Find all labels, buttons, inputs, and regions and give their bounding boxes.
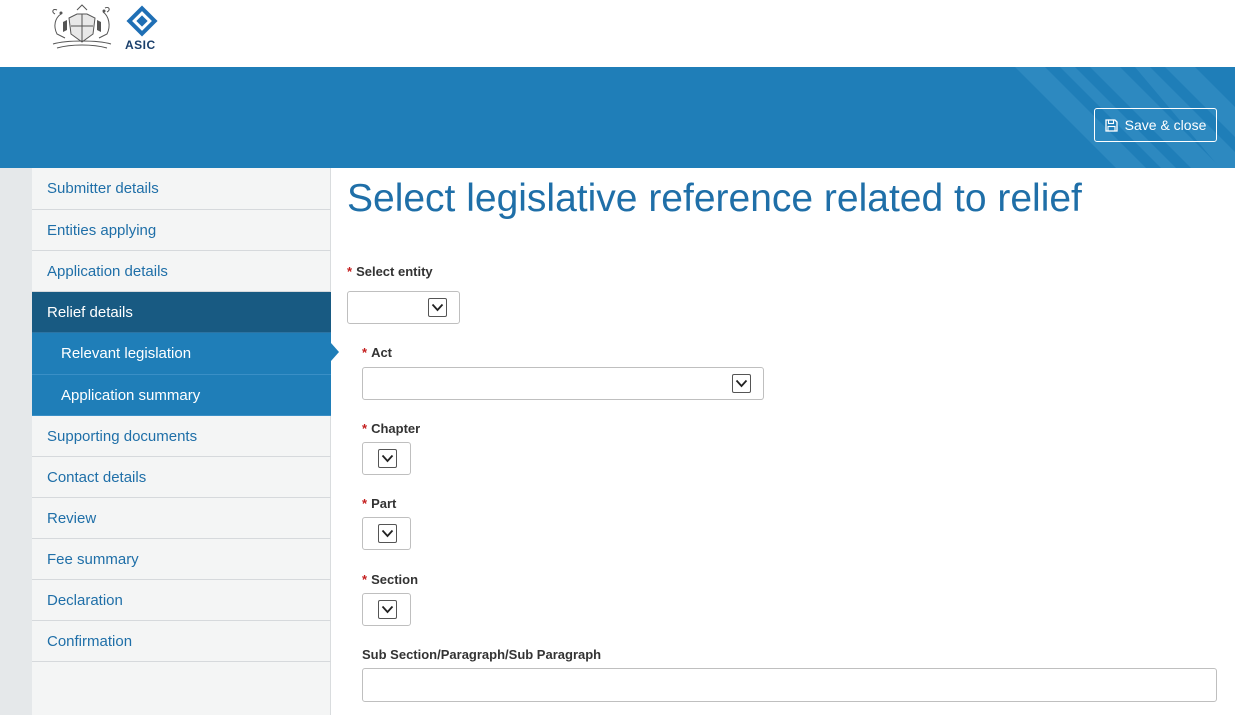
sidebar-item-declaration[interactable]: Declaration — [32, 580, 331, 621]
chevron-down-icon — [378, 449, 397, 468]
sidebar-item-submitter-details[interactable]: Submitter details — [32, 168, 331, 210]
sidebar-item-label: Contact details — [47, 468, 147, 486]
sidebar-item-fee-summary[interactable]: Fee summary — [32, 539, 331, 580]
current-item-pointer — [331, 343, 339, 361]
save-close-button[interactable]: Save & close — [1094, 108, 1217, 142]
sidebar-item-label: Relevant legislation — [61, 345, 192, 362]
sidebar-item-label: Relief details — [47, 303, 133, 321]
select-entity-label: * Select entity — [347, 264, 433, 279]
top-header: ASIC — [0, 0, 1235, 67]
chevron-down-icon — [428, 298, 447, 317]
required-marker: * — [362, 421, 368, 436]
chevron-down-icon — [378, 524, 397, 543]
select-entity-dropdown[interactable] — [347, 291, 460, 324]
sidebar-item-label: Declaration — [47, 591, 123, 609]
chapter-dropdown[interactable] — [362, 442, 411, 475]
required-marker: * — [362, 496, 368, 511]
chevron-down-icon — [378, 600, 397, 619]
part-label-text: Part — [371, 496, 397, 511]
save-disk-icon — [1104, 118, 1118, 132]
sidebar-item-entities-applying[interactable]: Entities applying — [32, 210, 331, 251]
page-title: Select legislative reference related to … — [347, 177, 1082, 220]
part-label: * Part — [362, 496, 396, 511]
coat-of-arms-icon — [52, 4, 112, 49]
chapter-label-text: Chapter — [371, 421, 421, 436]
sidebar-subitem-application-summary[interactable]: Application summary — [32, 375, 331, 416]
part-dropdown[interactable] — [362, 517, 411, 550]
section-label: * Section — [362, 572, 418, 587]
act-dropdown[interactable] — [362, 367, 764, 400]
left-gutter — [0, 168, 32, 715]
select-entity-label-text: Select entity — [356, 264, 433, 279]
sidebar-item-label: Supporting documents — [47, 427, 198, 445]
sidebar-nav: Submitter details Entities applying Appl… — [32, 168, 331, 715]
asic-logo-text: ASIC — [125, 38, 156, 52]
act-label-text: Act — [371, 345, 393, 360]
required-marker: * — [362, 345, 368, 360]
sidebar-item-label: Submitter details — [47, 180, 159, 197]
sidebar-item-application-details[interactable]: Application details — [32, 251, 331, 292]
sidebar-item-label: Application details — [47, 262, 168, 280]
sidebar-item-label: Fee summary — [47, 550, 139, 568]
sidebar-item-relief-details[interactable]: Relief details — [32, 292, 331, 333]
sidebar-item-label: Confirmation — [47, 632, 133, 650]
sidebar-item-supporting-documents[interactable]: Supporting documents — [32, 416, 331, 457]
header-banner — [0, 67, 1235, 168]
sidebar-item-label: Application summary — [61, 386, 201, 404]
sidebar-item-review[interactable]: Review — [32, 498, 331, 539]
required-marker: * — [362, 572, 368, 587]
sub-section-input[interactable] — [362, 668, 1217, 702]
save-close-label: Save & close — [1124, 117, 1207, 133]
sidebar-item-contact-details[interactable]: Contact details — [32, 457, 331, 498]
chevron-down-icon — [732, 374, 751, 393]
sidebar-subitem-relevant-legislation[interactable]: Relevant legislation — [32, 333, 331, 375]
section-dropdown[interactable] — [362, 593, 411, 626]
sidebar-item-confirmation[interactable]: Confirmation — [32, 621, 331, 662]
section-label-text: Section — [371, 572, 419, 587]
act-label: * Act — [362, 345, 392, 360]
required-marker: * — [347, 264, 353, 279]
sub-section-label: Sub Section/Paragraph/Sub Paragraph — [362, 647, 602, 662]
sidebar-item-label: Entities applying — [47, 221, 157, 239]
chapter-label: * Chapter — [362, 421, 420, 436]
sidebar-item-label: Review — [47, 509, 97, 527]
